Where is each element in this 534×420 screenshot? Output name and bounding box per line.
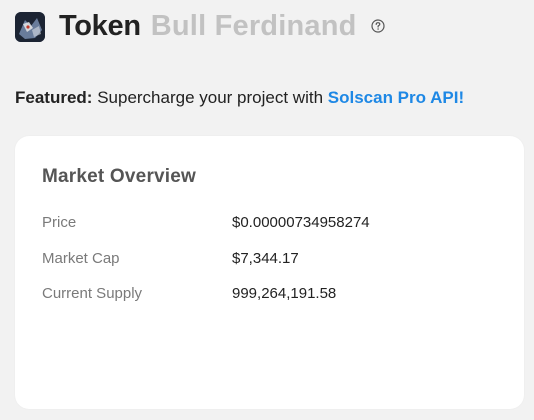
market-overview-title: Market Overview — [42, 166, 197, 187]
current-supply-label: Current Supply — [42, 285, 143, 302]
price-value: $0.00000734958274 — [232, 214, 370, 231]
solscan-pro-api-link[interactable]: Solscan Pro API! — [328, 88, 464, 107]
featured-text: Supercharge your project with — [92, 88, 328, 107]
market-cap-value: $7,344.17 — [232, 250, 299, 267]
price-label: Price — [42, 214, 77, 231]
featured-label: Featured: — [15, 88, 93, 107]
token-avatar-icon — [15, 12, 45, 42]
question-circle-icon[interactable] — [370, 19, 385, 33]
market-cap-label: Market Cap — [42, 250, 120, 267]
page-title-label: Token — [59, 9, 141, 42]
token-name: Bull Ferdinand — [150, 9, 357, 42]
current-supply-value: 999,264,191.58 — [232, 285, 337, 302]
market-overview-card: Market Overview Price $0.00000734958274 … — [15, 136, 524, 409]
page-header: Token Bull Ferdinand — [15, 9, 385, 43]
featured-banner: Featured: Supercharge your project with … — [15, 88, 464, 108]
